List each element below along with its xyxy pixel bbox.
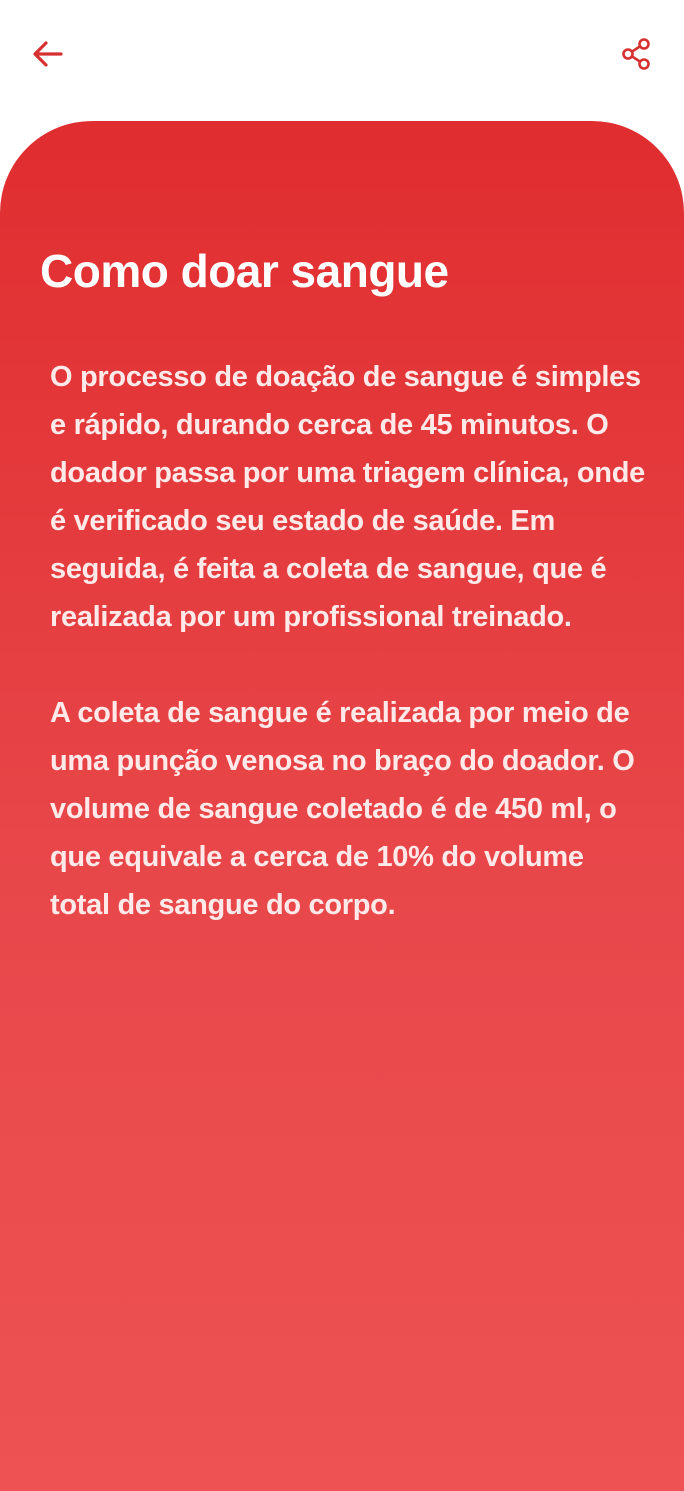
top-bar: [0, 0, 684, 110]
arrow-left-icon: [33, 41, 63, 67]
page-title: Como doar sangue: [40, 245, 449, 297]
share-button[interactable]: [612, 30, 660, 78]
article-paragraph-2: A coleta de sangue é realizada por meio …: [50, 697, 635, 921]
article-paragraph-1: O processo de doação de sangue é simples…: [50, 361, 645, 633]
article-body: O processo de doação de sangue é simples…: [50, 353, 650, 977]
back-button[interactable]: [24, 30, 72, 78]
content-card: Como doar sangue O processo de doação de…: [0, 121, 684, 1491]
share-icon: [622, 38, 650, 70]
